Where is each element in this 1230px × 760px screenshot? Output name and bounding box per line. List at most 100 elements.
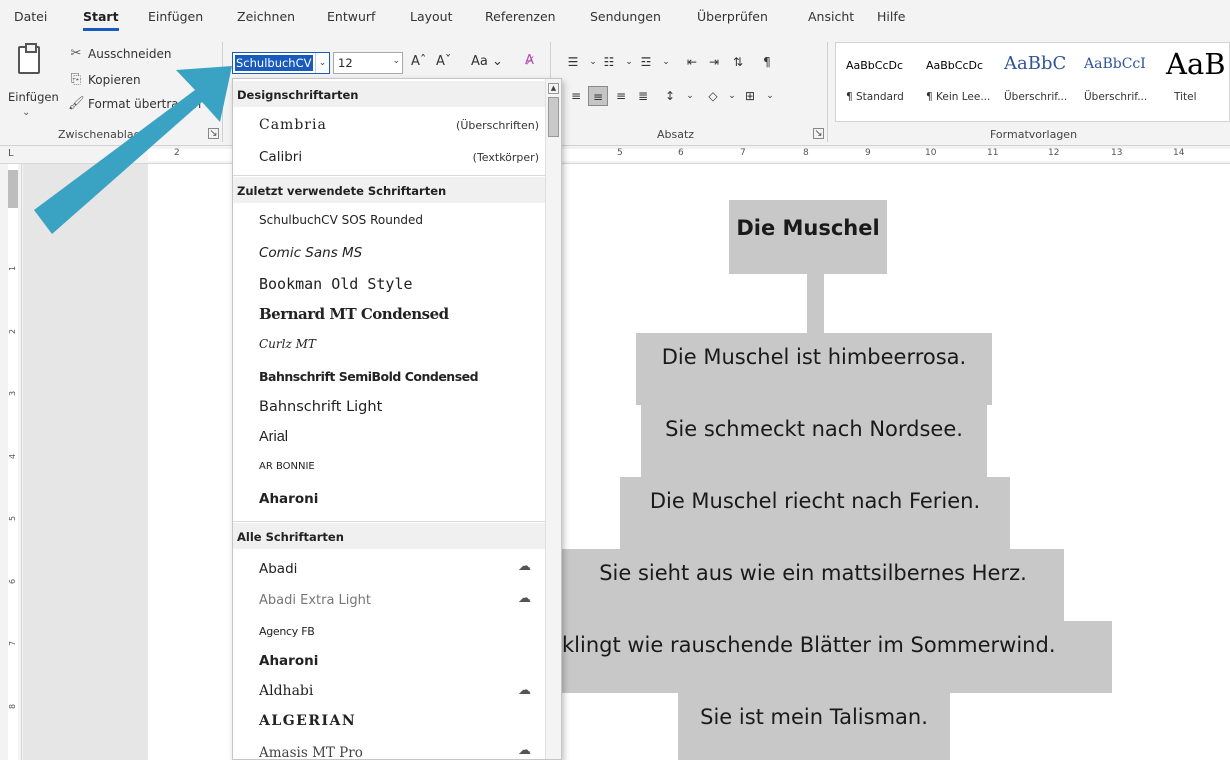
font-option[interactable]: Aharoni [259,491,318,507]
pilcrow-icon[interactable]: ¶ [757,52,777,72]
vertical-ruler[interactable]: 1 2 3 4 5 6 7 8 [0,164,22,760]
horizontal-ruler[interactable]: 2 5 6 7 8 9 10 11 12 13 14 [0,146,1230,164]
tab-ueberpruefen[interactable]: Überprüfen [697,9,768,24]
ruler-margin [8,170,18,208]
chevron-down-icon[interactable]: ⌄ [392,56,400,66]
font-size-box[interactable]: 12 ⌄ [333,52,403,74]
divider [827,42,828,142]
font-size-value[interactable]: 12 [338,56,353,70]
tab-stop-selector-icon[interactable]: L [8,148,14,159]
font-option[interactable]: Cambria [259,117,327,133]
font-option[interactable]: AR BONNIE [259,461,315,472]
tab-sendungen[interactable]: Sendungen [590,9,661,24]
tab-zeichnen[interactable]: Zeichnen [237,9,295,24]
ruler-number: 7 [8,640,18,647]
style-standard[interactable]: AaBbCcDc ¶ Standard [846,43,922,121]
align-left-icon[interactable]: ≡ [566,86,586,106]
style-name: Überschrif... [1004,91,1068,103]
shading-icon[interactable]: ◇ [703,86,723,106]
poem-line[interactable]: klingt wie rauschende Blätter im Sommerw… [562,621,1112,693]
poem-line[interactable]: Die Muschel ist himbeerrosa. [636,333,992,405]
chevron-down-icon: ⌄ [22,107,31,118]
tab-ansicht[interactable]: Ansicht [808,9,854,24]
paragraph-launcher-icon[interactable]: ↘ [813,128,824,139]
font-option[interactable]: Agency FB [259,625,315,638]
ruler-number: 2 [8,328,18,335]
tab-referenzen[interactable]: Referenzen [485,9,556,24]
chevron-down-icon[interactable]: ⌄ [722,86,742,106]
font-option[interactable]: Comic Sans MS [259,245,362,261]
font-option[interactable]: Bookman Old Style [259,275,413,293]
chevron-down-icon[interactable]: ⌄ [760,86,780,106]
cut-button[interactable]: ✂ Ausschneiden [68,46,172,61]
multilevel-list-icon[interactable]: ☲ [636,52,656,72]
font-option[interactable]: Bahnschrift SemiBold Condensed [259,369,479,384]
tab-start[interactable]: Start [83,9,119,31]
clipboard-icon [18,43,40,74]
decrease-indent-icon[interactable]: ⇤ [682,52,702,72]
tab-hilfe[interactable]: Hilfe [877,9,905,24]
scrollbar-thumb[interactable] [548,97,559,137]
align-right-icon[interactable]: ≡ [611,86,631,106]
font-option[interactable]: SchulbuchCV SOS Rounded [259,213,423,227]
clipboard-launcher-icon[interactable]: ↘ [208,128,219,139]
dropdown-header: Designschriftarten [233,81,547,107]
cloud-download-icon: ☁ [518,743,531,758]
numbering-icon[interactable]: ☷ [599,52,619,72]
align-center-icon[interactable]: ≡ [588,86,608,106]
font-option[interactable]: Curlz MT [259,337,316,351]
font-option[interactable]: Aldhabi [259,683,313,699]
style-ueberschrift-2[interactable]: AaBbCcI Überschrif... [1084,43,1162,121]
increase-indent-icon[interactable]: ⇥ [704,52,724,72]
font-name-value[interactable]: SchulbuchCV [235,55,313,71]
justify-icon[interactable]: ≣ [633,86,653,106]
font-option[interactable]: ALGERIAN [259,713,356,729]
shrink-font-icon[interactable]: Aˇ [436,54,451,69]
poem-title[interactable]: Die Muschel [729,200,887,274]
font-option[interactable]: Amasis MT Pro [259,745,363,759]
chevron-down-icon[interactable]: ⌄ [315,53,329,73]
font-option[interactable]: Abadi Extra Light [259,593,371,608]
poem-line[interactable]: Die Muschel riecht nach Ferien. [620,477,1010,549]
poem-line[interactable]: Sie schmeckt nach Nordsee. [641,405,987,477]
dropdown-separator [233,175,547,176]
poem-line[interactable]: Sie ist mein Talisman. [678,693,950,760]
copy-button[interactable]: ⎘ Kopieren [68,72,141,87]
ruler-number: 11 [987,148,999,158]
font-option[interactable]: Aharoni [259,653,318,669]
font-option[interactable]: Abadi [259,561,297,577]
borders-icon[interactable]: ⊞ [740,86,760,106]
paste-button[interactable]: Einfügen ⌄ [8,42,59,126]
chevron-down-icon[interactable]: ⌄ [680,86,700,106]
style-ueberschrift-1[interactable]: AaBbC Überschrif... [1004,43,1082,121]
cloud-download-icon: ☁ [518,591,531,606]
chevron-down-icon[interactable]: ⌄ [656,52,676,72]
style-kein-leerraum[interactable]: AaBbCcDc ¶ Kein Lee... [926,43,1002,121]
tab-entwurf[interactable]: Entwurf [327,9,375,24]
font-option[interactable]: Bernard MT Condensed [259,305,449,323]
clear-formatting-icon[interactable]: A̷ [525,53,534,68]
font-name-box[interactable]: SchulbuchCV ⌄ [232,52,330,74]
sort-icon[interactable]: ⇅ [728,52,748,72]
poem-stem [807,274,824,333]
tab-layout[interactable]: Layout [410,9,453,24]
bullets-icon[interactable]: ☰ [563,52,583,72]
font-option[interactable]: Bahnschrift Light [259,399,382,415]
dropdown-scrollbar[interactable]: ▲ [545,79,561,759]
poem-line[interactable]: Sie sieht aus wie ein mattsilbernes Herz… [562,549,1064,621]
format-painter-button[interactable]: 🖌 Format übertragen [68,96,201,111]
ruler-number: 1 [8,265,18,272]
ruler-number: 12 [1048,148,1060,158]
font-option[interactable]: Calibri [259,149,302,165]
line-spacing-icon[interactable]: ↕ [660,86,680,106]
tab-einfuegen[interactable]: Einfügen [148,9,203,24]
copy-label: Kopieren [88,72,141,87]
font-option[interactable]: Arial [259,429,288,445]
scroll-up-icon[interactable]: ▲ [548,83,559,94]
style-titel[interactable]: AaB Titel [1166,43,1230,121]
style-preview: AaBbC [1004,53,1067,74]
change-case-button[interactable]: Aa ⌄ [471,54,503,69]
brush-icon: 🖌 [68,96,85,111]
grow-font-icon[interactable]: Aˆ [411,54,426,69]
tab-datei[interactable]: Datei [14,9,47,24]
